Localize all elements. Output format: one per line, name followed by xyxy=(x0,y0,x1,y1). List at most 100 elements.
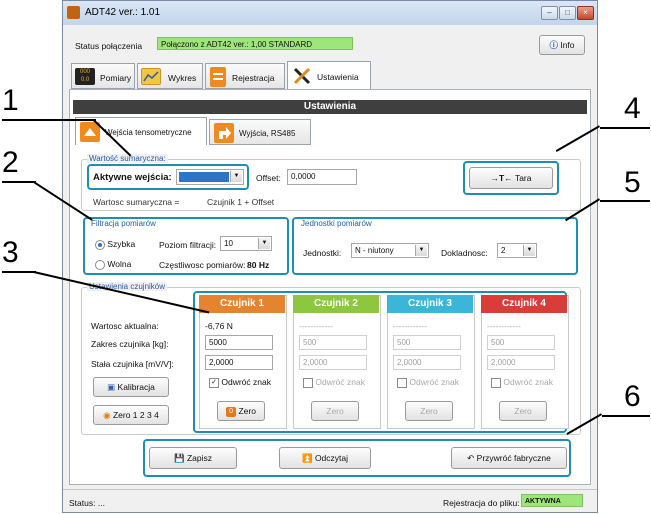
chart-icon xyxy=(141,68,161,85)
chevron-down-icon: ▼ xyxy=(523,245,535,256)
precision-label: Dokladnosc: xyxy=(441,248,488,258)
sensor-current-value: ------------ xyxy=(299,321,333,331)
maximize-button[interactable]: □ xyxy=(559,6,576,20)
log-status-badge: AKTYWNA xyxy=(521,494,583,507)
tab-label: Pomiary xyxy=(100,73,132,83)
sensor-zero-label: Zero xyxy=(238,406,256,416)
callout-6-number: 6 xyxy=(624,380,641,413)
precision-select[interactable]: 2 ▼ xyxy=(497,243,537,258)
sensor-range-input[interactable]: 5000 xyxy=(205,335,273,350)
filter-frequency-label: Częstliwosc pomiarów: xyxy=(159,260,246,270)
active-inputs-selected xyxy=(179,172,229,182)
restore-defaults-label: Przywróć fabryczne xyxy=(476,453,551,463)
tab-label: Wykres xyxy=(168,73,197,83)
zero-all-button[interactable]: ◉ Zero 1 2 3 4 xyxy=(93,405,169,425)
display-icon: 000 0.0 xyxy=(75,68,95,85)
callout-2-underline xyxy=(2,181,36,183)
units-select[interactable]: N - niutony ▼ xyxy=(351,243,429,258)
callout-3-number: 3 xyxy=(2,236,19,269)
info-icon: ⓘ xyxy=(549,40,558,50)
offset-input[interactable]: 0,0000 xyxy=(287,169,357,185)
offset-label: Offset: xyxy=(256,173,281,183)
sensor-constant-input[interactable]: 2,0000 xyxy=(393,355,461,370)
tare-button-label: Tara xyxy=(514,173,532,183)
filter-frequency-value: 80 Hz xyxy=(247,260,270,270)
sensor-title: Czujnik 3 xyxy=(387,295,473,313)
sensor-zero-button[interactable]: Zero xyxy=(499,401,547,421)
filter-slow-label: Wolna xyxy=(107,259,132,269)
app-window: ADT42 ver.: 1.01 – □ × Status połączenia… xyxy=(62,0,598,513)
statusbar-divider xyxy=(63,489,597,490)
sensor-zero-button[interactable]: Zero xyxy=(405,401,453,421)
calibration-button-label: Kalibracja xyxy=(117,382,155,392)
tare-button[interactable]: →T← Tara xyxy=(469,167,553,189)
sensor-constant-input[interactable]: 2,0000 xyxy=(487,355,555,370)
filter-level-select[interactable]: 10 ▼ xyxy=(220,236,272,251)
calibration-button[interactable]: ▣ Kalibracja xyxy=(93,377,169,397)
tab-wyjscia-rs485[interactable]: Wyjścia, RS485 xyxy=(209,119,311,145)
tab-label: Ustawienia xyxy=(317,72,359,82)
connection-status: Połączono z ADT42 ver.: 1,00 STANDARD xyxy=(157,37,353,50)
callout-4-number: 4 xyxy=(624,92,641,125)
filter-fast-radio[interactable]: Szybka xyxy=(95,239,135,250)
radio-selected-icon xyxy=(95,239,105,250)
sum-formula-label: Wartosc sumaryczna = xyxy=(93,197,180,207)
tab-wykres[interactable]: Wykres xyxy=(137,63,203,89)
undo-icon: ↶ xyxy=(467,453,475,463)
tab-label: Wyjścia, RS485 xyxy=(239,129,296,138)
checkbox-icon xyxy=(397,377,407,388)
tab-ustawienia[interactable]: Ustawienia xyxy=(287,61,371,90)
window-title: ADT42 ver.: 1.01 xyxy=(85,7,161,18)
filter-level-label: Poziom filtracji: xyxy=(159,240,217,250)
sensor-invert-checkbox[interactable]: Odwróć znak xyxy=(397,377,459,388)
current-value-label: Wartosc aktualna: xyxy=(91,321,159,331)
units-label: Jednostki: xyxy=(303,248,342,258)
callout-3-underline xyxy=(2,271,36,273)
range-label: Zakres czujnika [kg]: xyxy=(91,339,169,349)
tab-pomiary[interactable]: 000 0.0 Pomiary xyxy=(71,63,135,89)
active-inputs-label: Aktywne wejścia: xyxy=(93,172,172,183)
sensor-constant-input[interactable]: 2,0000 xyxy=(205,355,273,370)
sensor-invert-label: Odwróć znak xyxy=(315,377,365,387)
callout-2-number: 2 xyxy=(2,146,19,179)
close-button[interactable]: × xyxy=(577,6,594,20)
filter-level-value: 10 xyxy=(224,239,233,248)
sensor-range-input[interactable]: 500 xyxy=(299,335,367,350)
sensor-zero-label: Zero xyxy=(420,406,438,416)
sensor-zero-button[interactable]: Zero xyxy=(311,401,359,421)
tab-rejestracja[interactable]: Rejestracja xyxy=(205,63,285,89)
sensor-current-value: -6,76 N xyxy=(205,321,233,331)
sensor-current-value: ------------ xyxy=(487,321,521,331)
sensor-current-value: ------------ xyxy=(393,321,427,331)
sensor-invert-checkbox[interactable]: Odwróć znak xyxy=(491,377,553,388)
sensor-constant-input[interactable]: 2,0000 xyxy=(299,355,367,370)
restore-defaults-button[interactable]: ↶ Przywróć fabryczne xyxy=(451,447,567,469)
status-value: ... xyxy=(97,498,105,508)
zero-all-icon: ◉ xyxy=(103,410,111,420)
sensor-range-input[interactable]: 500 xyxy=(393,335,461,350)
sum-value-group-title: Wartość sumaryczna: xyxy=(87,154,168,163)
sensor-title: Czujnik 4 xyxy=(481,295,567,313)
status-label-text: Status: xyxy=(69,498,96,508)
callout-6-underline xyxy=(602,415,650,417)
sensor-invert-checkbox[interactable]: Odwróć znak xyxy=(303,377,365,388)
tab-label: Rejestracja xyxy=(232,73,275,83)
constant-label: Stała czujnika [mV/V]: xyxy=(91,359,174,369)
save-icon: 💾 xyxy=(173,453,185,463)
active-inputs-select[interactable]: ▼ xyxy=(176,169,244,185)
minimize-button[interactable]: – xyxy=(541,6,558,20)
info-button-label: Info xyxy=(560,40,575,50)
filter-slow-radio[interactable]: Wolna xyxy=(95,259,131,270)
read-button[interactable]: ⏫ Odczytaj xyxy=(279,447,371,469)
output-icon xyxy=(214,123,234,143)
sensor-invert-checkbox[interactable]: ✓ Odwróć znak xyxy=(209,377,271,388)
sum-formula-value: Czujnik 1 + Offset xyxy=(207,197,275,207)
title-bar: ADT42 ver.: 1.01 – □ × xyxy=(63,1,597,25)
chevron-down-icon: ▼ xyxy=(258,238,270,249)
save-button[interactable]: 💾 Zapisz xyxy=(149,447,237,469)
info-button[interactable]: ⓘ Info xyxy=(539,35,585,55)
sensor-range-input[interactable]: 500 xyxy=(487,335,555,350)
tab-label: Wejścia tensometryczne xyxy=(105,128,192,137)
callout-5-number: 5 xyxy=(624,166,641,199)
sensor-zero-button[interactable]: 0 Zero xyxy=(217,401,265,421)
